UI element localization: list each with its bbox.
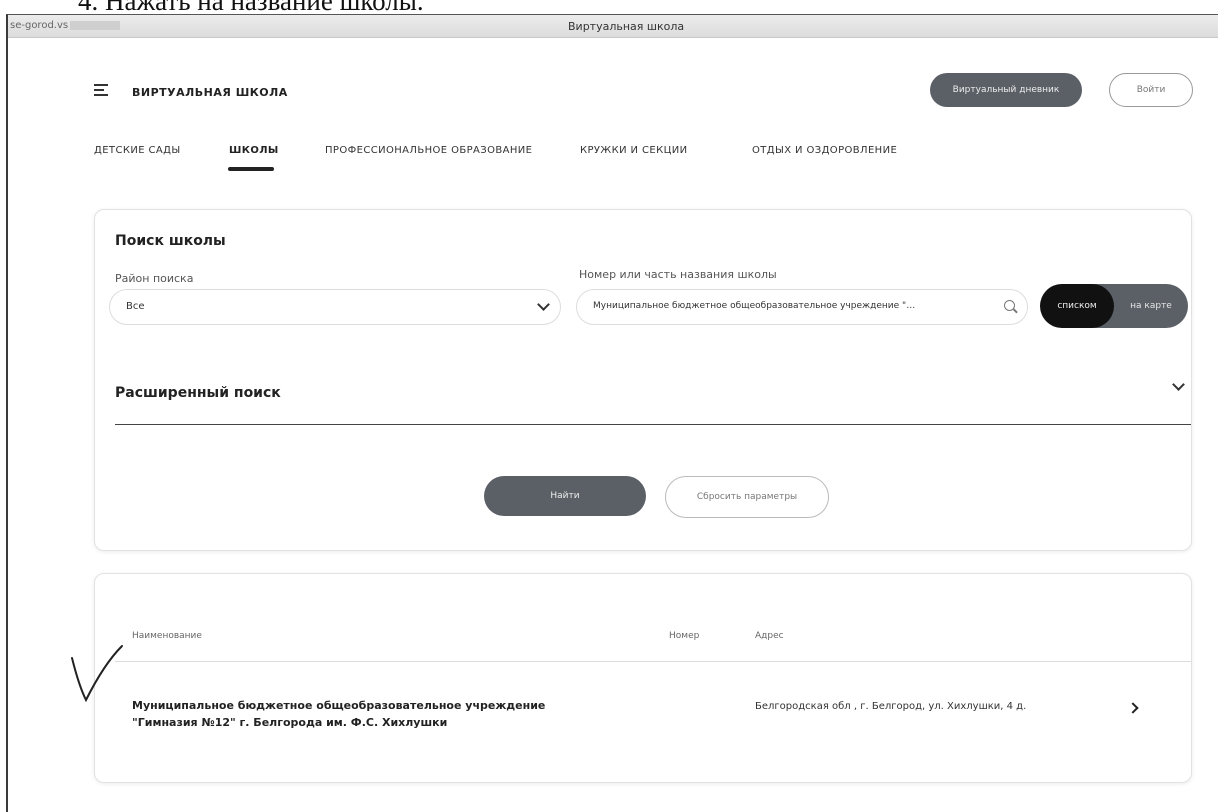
tab-professional-education[interactable]: ПРОФЕССИОНАЛЬНОЕ ОБРАЗОВАНИЕ — [325, 145, 532, 156]
district-select[interactable]: Все — [109, 289, 561, 325]
view-map-option[interactable]: на карте — [1114, 284, 1188, 328]
results-panel: Наименование Номер Адрес Муниципальное б… — [94, 573, 1192, 783]
handwritten-checkmark-icon — [71, 645, 123, 703]
divider — [115, 661, 1191, 662]
login-button[interactable]: Войти — [1109, 73, 1193, 107]
school-name-line: "Гимназия №12" г. Белгорода им. Ф.С. Хих… — [132, 716, 448, 729]
chevron-down-icon — [537, 298, 550, 311]
tab-recreation[interactable]: ОТДЫХ И ОЗДОРОВЛЕНИЕ — [752, 145, 897, 156]
active-tab-indicator — [228, 167, 274, 171]
school-name-line: Муниципальное бюджетное общеобразователь… — [132, 699, 546, 712]
virtual-diary-button[interactable]: Виртуальный дневник — [930, 73, 1082, 107]
find-button[interactable]: Найти — [484, 476, 646, 516]
column-header-address: Адрес — [755, 631, 784, 641]
query-label: Номер или часть названия школы — [579, 268, 777, 281]
menu-icon[interactable] — [94, 81, 108, 99]
school-search-input[interactable]: Муниципальное бюджетное общеобразователь… — [576, 289, 1028, 325]
search-icon[interactable] — [1004, 300, 1015, 311]
view-list-option[interactable]: списком — [1040, 284, 1114, 328]
tab-schools[interactable]: ШКОЛЫ — [229, 145, 279, 156]
divider — [115, 424, 1191, 425]
school-address: Белгородская обл , г. Белгород, ул. Хихл… — [755, 701, 1027, 712]
advanced-search-title[interactable]: Расширенный поиск — [115, 385, 281, 401]
browser-screenshot: se-gorod.vs Виртуальная школа ВИРТУАЛЬНА… — [6, 14, 1218, 812]
search-title: Поиск школы — [115, 233, 226, 249]
column-header-name: Наименование — [132, 631, 202, 641]
tab-clubs[interactable]: КРУЖКИ И СЕКЦИИ — [580, 145, 688, 156]
district-label: Район поиска — [115, 272, 194, 285]
search-panel: Поиск школы Район поиска Все Номер или ч… — [94, 209, 1192, 551]
query-value: Муниципальное бюджетное общеобразователь… — [593, 301, 916, 311]
window-title: Виртуальная школа — [568, 20, 685, 33]
site-brand[interactable]: ВИРТУАЛЬНАЯ ШКОЛА — [132, 86, 288, 99]
column-header-number: Номер — [669, 631, 700, 641]
district-value: Все — [126, 301, 145, 312]
school-name-link[interactable]: Муниципальное бюджетное общеобразователь… — [132, 697, 592, 731]
tab-kindergartens[interactable]: ДЕТСКИЕ САДЫ — [94, 145, 181, 156]
address-url[interactable]: se-gorod.vs — [10, 20, 121, 31]
chevron-down-icon[interactable] — [1172, 378, 1185, 391]
browser-titlebar: se-gorod.vs Виртуальная школа — [8, 15, 1218, 38]
chevron-right-icon[interactable] — [1127, 702, 1139, 714]
view-mode-toggle[interactable]: списком на карте — [1040, 284, 1188, 328]
reset-parameters-button[interactable]: Сбросить параметры — [665, 476, 829, 518]
